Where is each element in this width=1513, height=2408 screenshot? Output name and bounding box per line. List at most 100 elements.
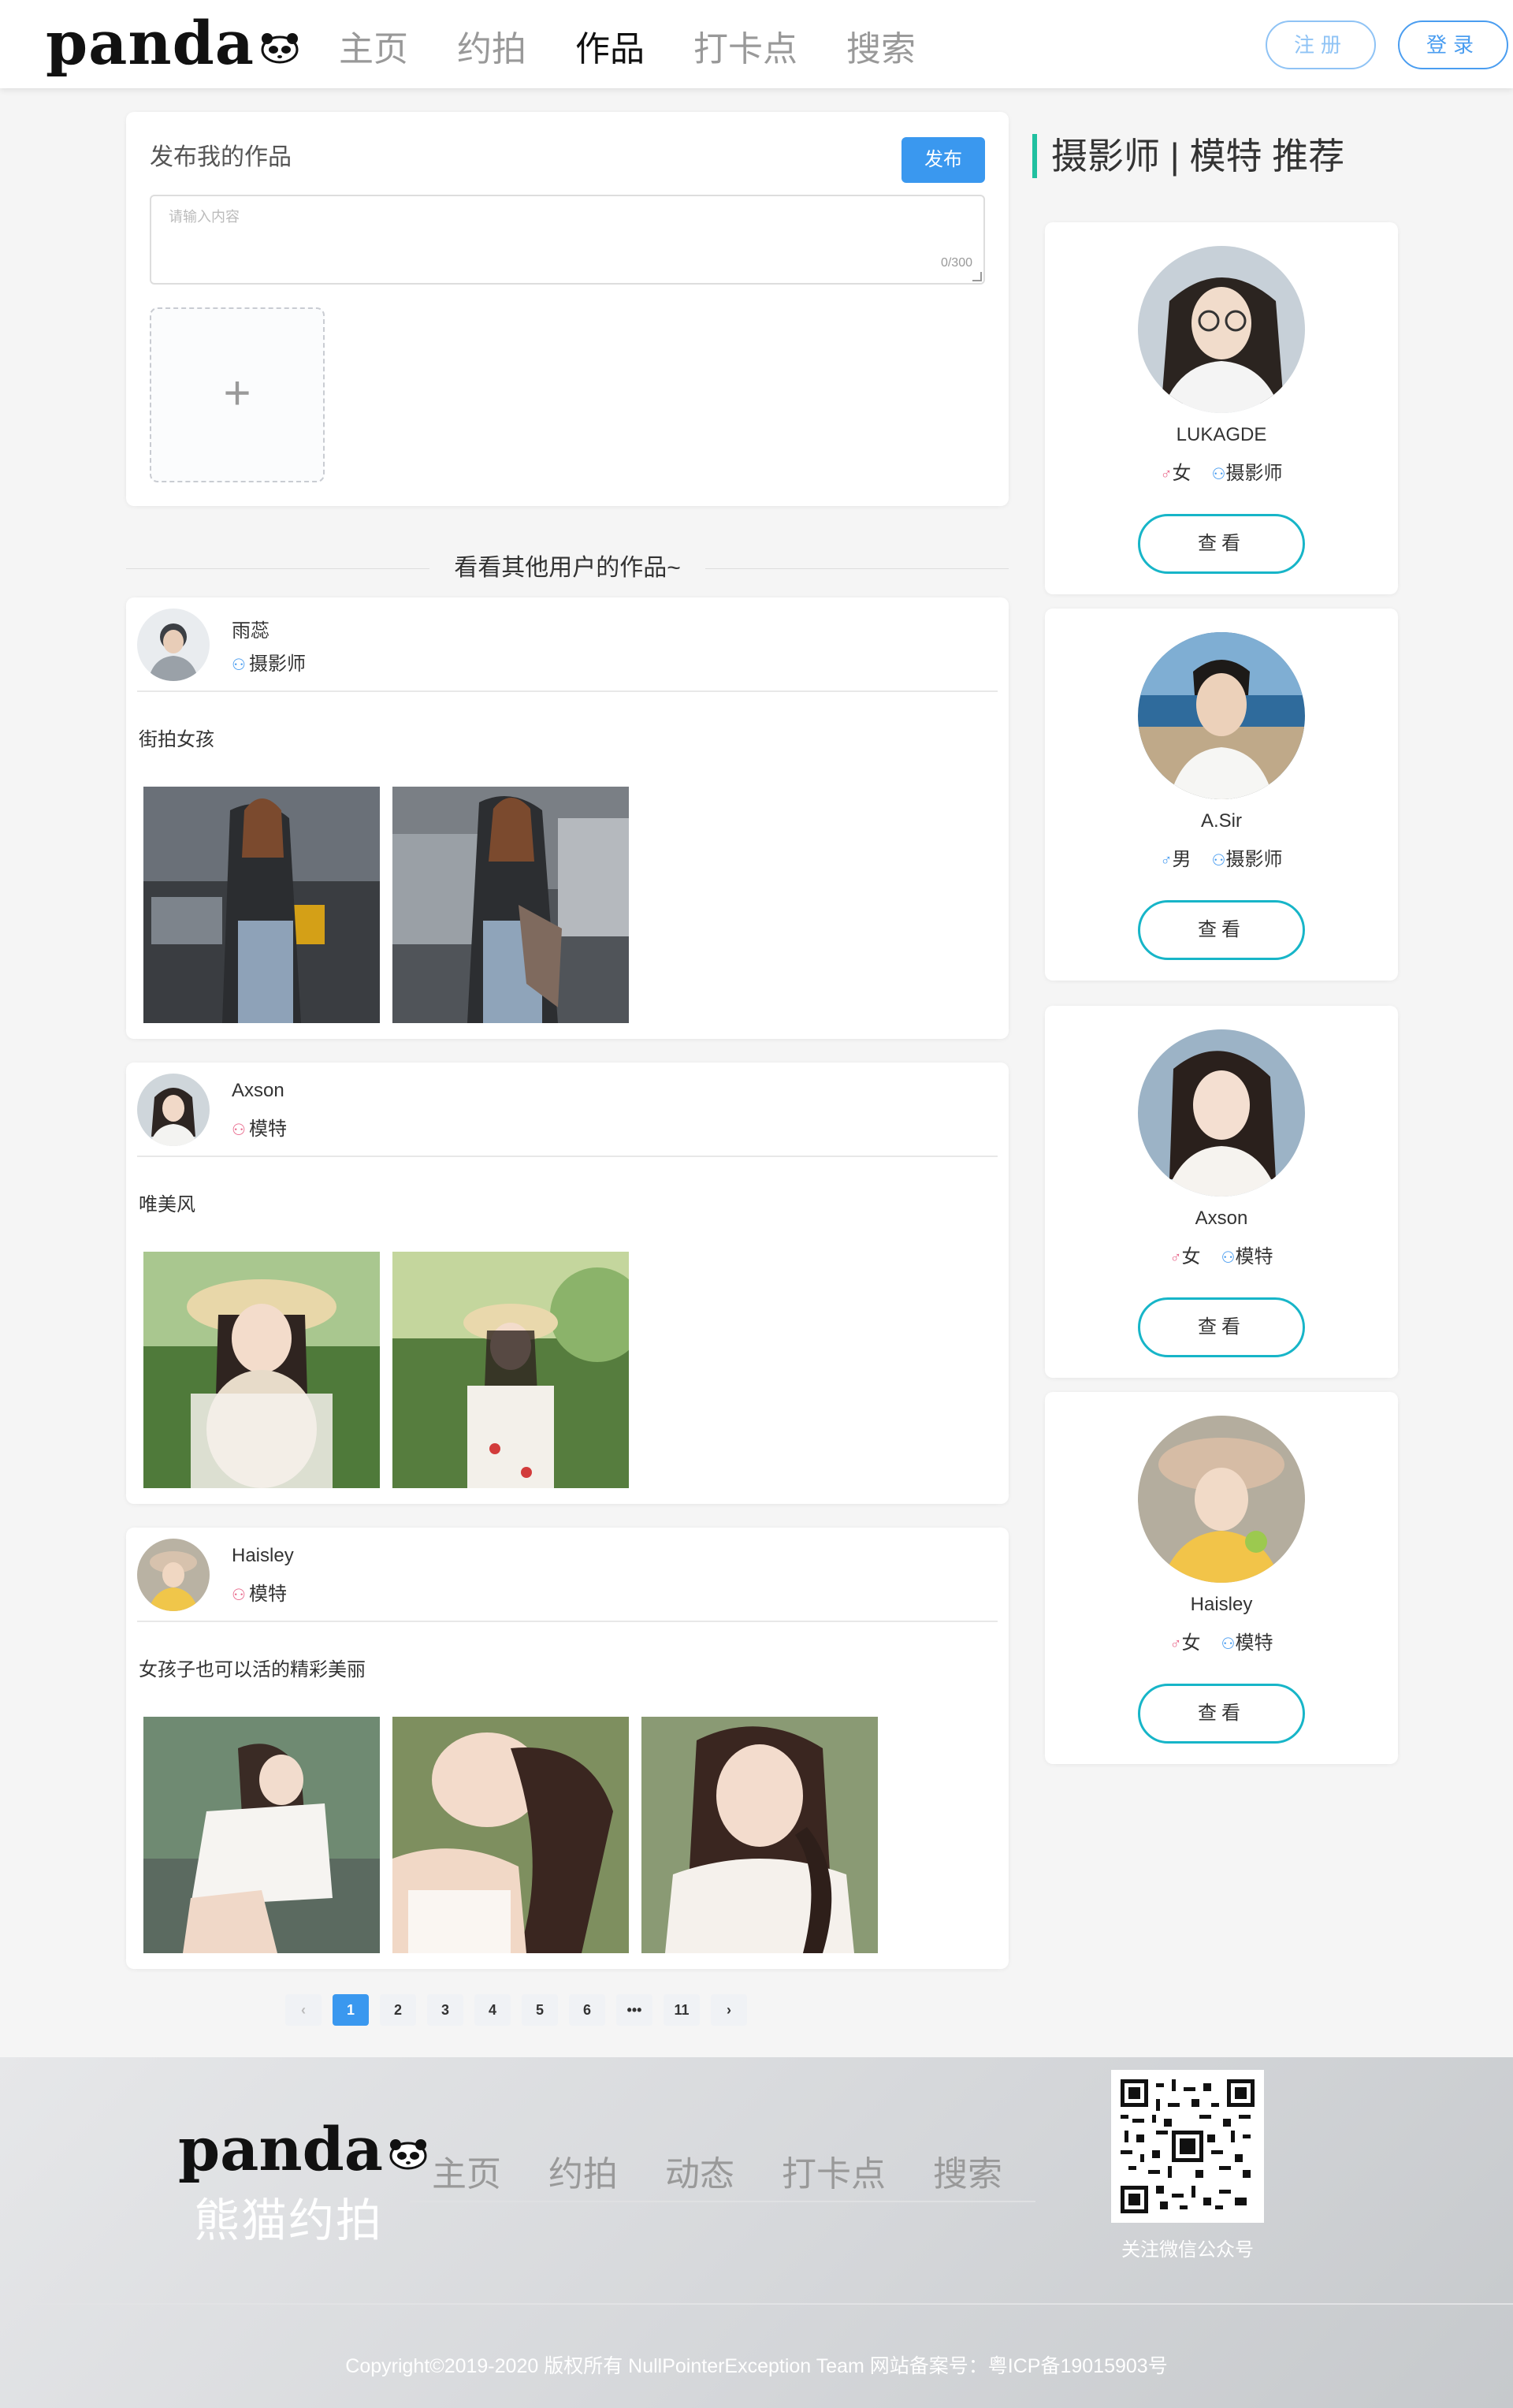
footer-nav-checkin[interactable]: 打卡点 (782, 2146, 886, 2196)
post-photos (143, 787, 629, 1023)
recommend-meta: ♂女 ⚇摄影师 (1045, 457, 1398, 485)
post-author-name[interactable]: Axson (232, 1080, 284, 1102)
post-photo[interactable] (143, 1252, 380, 1488)
post-author-role: ⚇ 模特 (232, 1578, 287, 1606)
avatar[interactable] (1138, 1029, 1305, 1197)
post-photo[interactable] (143, 1717, 380, 1953)
register-button[interactable]: 注册 (1266, 20, 1376, 69)
recommend-card: A.Sir ♂男 ⚇摄影师 查看 (1045, 609, 1398, 981)
post-photos (143, 1717, 878, 1953)
user-icon: ⚇ (1211, 466, 1226, 483)
post-photo[interactable] (143, 787, 380, 1023)
post-card: 雨蕊 ⚇ 摄影师 街拍女孩 (126, 597, 1009, 1039)
footer: panda 熊猫约拍 主页 约拍 动态 打卡点 搜索 关注微信公众号 Copyr… (0, 2057, 1513, 2408)
role-label: 模特 (1235, 1246, 1273, 1267)
avatar[interactable] (137, 1074, 210, 1146)
role-label: 摄影师 (1225, 463, 1283, 484)
page-2[interactable]: 2 (380, 1994, 416, 2026)
logo-text: panda (46, 8, 255, 78)
user-icon: ⚇ (1211, 852, 1226, 869)
nav-yuepai[interactable]: 约拍 (457, 20, 526, 71)
recommend-card: Haisley ♂女 ⚇模特 查看 (1045, 1392, 1398, 1764)
user-icon: ⚇ (232, 1587, 246, 1604)
view-button[interactable]: 查看 (1138, 1297, 1305, 1357)
recommend-meta: ♂男 ⚇摄影师 (1045, 843, 1398, 871)
nav-home[interactable]: 主页 (339, 20, 408, 71)
page-11[interactable]: 11 (664, 1994, 700, 2026)
login-button[interactable]: 登录 (1398, 20, 1508, 69)
recommend-meta: ♂女 ⚇模特 (1045, 1627, 1398, 1654)
panda-icon (261, 33, 299, 64)
resize-handle[interactable] (972, 272, 982, 281)
page-6[interactable]: 6 (569, 1994, 605, 2026)
footer-nav-search[interactable]: 搜索 (933, 2146, 1002, 2196)
post-card: Haisley ⚇ 模特 女孩子也可以活的精彩美丽 (126, 1528, 1009, 1969)
nav-works[interactable]: 作品 (575, 20, 645, 71)
gender-label: 女 (1172, 463, 1191, 484)
post-photos (143, 1252, 629, 1488)
footer-logo[interactable]: panda (178, 2114, 429, 2184)
nav-search[interactable]: 搜索 (846, 20, 916, 71)
recommend-name: LUKAGDE (1176, 424, 1267, 445)
role-label: 模特 (249, 1584, 287, 1605)
publish-button[interactable]: 发布 (901, 137, 985, 183)
next-page-button[interactable]: › (711, 1994, 747, 2026)
view-button[interactable]: 查看 (1138, 514, 1305, 574)
page-5[interactable]: 5 (522, 1994, 558, 2026)
footer-nav-dynamic[interactable]: 动态 (665, 2146, 734, 2196)
post-photo[interactable] (392, 1717, 629, 1953)
user-icon: ⚇ (232, 657, 246, 674)
post-author-name[interactable]: Haisley (232, 1545, 294, 1567)
main-nav: 主页 约拍 作品 打卡点 搜索 (339, 20, 916, 71)
footer-nav-yuepai[interactable]: 约拍 (548, 2146, 618, 2196)
page-3[interactable]: 3 (427, 1994, 463, 2026)
publish-card: 发布我的作品 发布 请输入内容 0/300 + (126, 112, 1009, 506)
user-icon: ⚇ (1221, 1249, 1236, 1267)
avatar[interactable] (137, 1539, 210, 1611)
site-logo[interactable]: panda (46, 8, 300, 78)
image-upload-box[interactable]: + (150, 307, 325, 482)
avatar[interactable] (137, 609, 210, 681)
publish-title: 发布我的作品 (150, 144, 292, 170)
post-photo[interactable] (392, 1252, 629, 1488)
view-button[interactable]: 查看 (1138, 1684, 1305, 1744)
role-label: 模特 (249, 1118, 287, 1140)
content-textarea[interactable]: 请输入内容 0/300 (150, 195, 985, 285)
prev-page-button[interactable]: ‹ (285, 1994, 322, 2026)
avatar[interactable] (1138, 1416, 1305, 1583)
footer-nav: 主页 约拍 动态 打卡点 搜索 (432, 2146, 1002, 2196)
footer-nav-home[interactable]: 主页 (432, 2146, 501, 2196)
post-photo[interactable] (641, 1717, 878, 1953)
role-label: 模特 (1235, 1632, 1273, 1654)
post-separator (137, 1156, 998, 1157)
post-separator (137, 1621, 998, 1622)
page-4[interactable]: 4 (474, 1994, 511, 2026)
post-photo[interactable] (392, 787, 629, 1023)
view-button[interactable]: 查看 (1138, 900, 1305, 960)
post-author-name[interactable]: 雨蕊 (232, 615, 270, 642)
recommend-name: Axson (1195, 1208, 1248, 1229)
footer-brand: 熊猫约拍 (194, 2195, 384, 2246)
gender-label: 女 (1181, 1632, 1201, 1654)
recommend-name: Haisley (1190, 1594, 1253, 1615)
page-ellipsis[interactable]: ••• (616, 1994, 652, 2026)
recommend-title: 摄影师 | 模特 推荐 (1032, 134, 1344, 178)
avatar[interactable] (1138, 632, 1305, 799)
recommend-card: LUKAGDE ♂女 ⚇摄影师 查看 (1045, 222, 1398, 594)
footer-logo-text: panda (178, 2114, 384, 2184)
page-1[interactable]: 1 (333, 1994, 369, 2026)
top-header: panda 主页 约拍 作品 打卡点 搜索 注册 登录 (0, 0, 1513, 88)
nav-checkin[interactable]: 打卡点 (693, 20, 797, 71)
post-text: 街拍女孩 (139, 729, 214, 750)
other-works-divider: 看看其他用户的作品~ (126, 550, 1009, 586)
panda-icon (389, 2139, 427, 2170)
post-text: 女孩子也可以活的精彩美丽 (139, 1659, 366, 1680)
post-text: 唯美风 (139, 1194, 195, 1215)
role-label: 摄影师 (1225, 849, 1283, 870)
recommend-card: Axson ♂女 ⚇模特 查看 (1045, 1006, 1398, 1378)
post-author-role: ⚇ 模特 (232, 1113, 287, 1141)
recommend-meta: ♂女 ⚇模特 (1045, 1241, 1398, 1268)
avatar[interactable] (1138, 246, 1305, 413)
footer-separator (0, 2303, 1513, 2305)
divider-text: 看看其他用户的作品~ (429, 550, 705, 586)
